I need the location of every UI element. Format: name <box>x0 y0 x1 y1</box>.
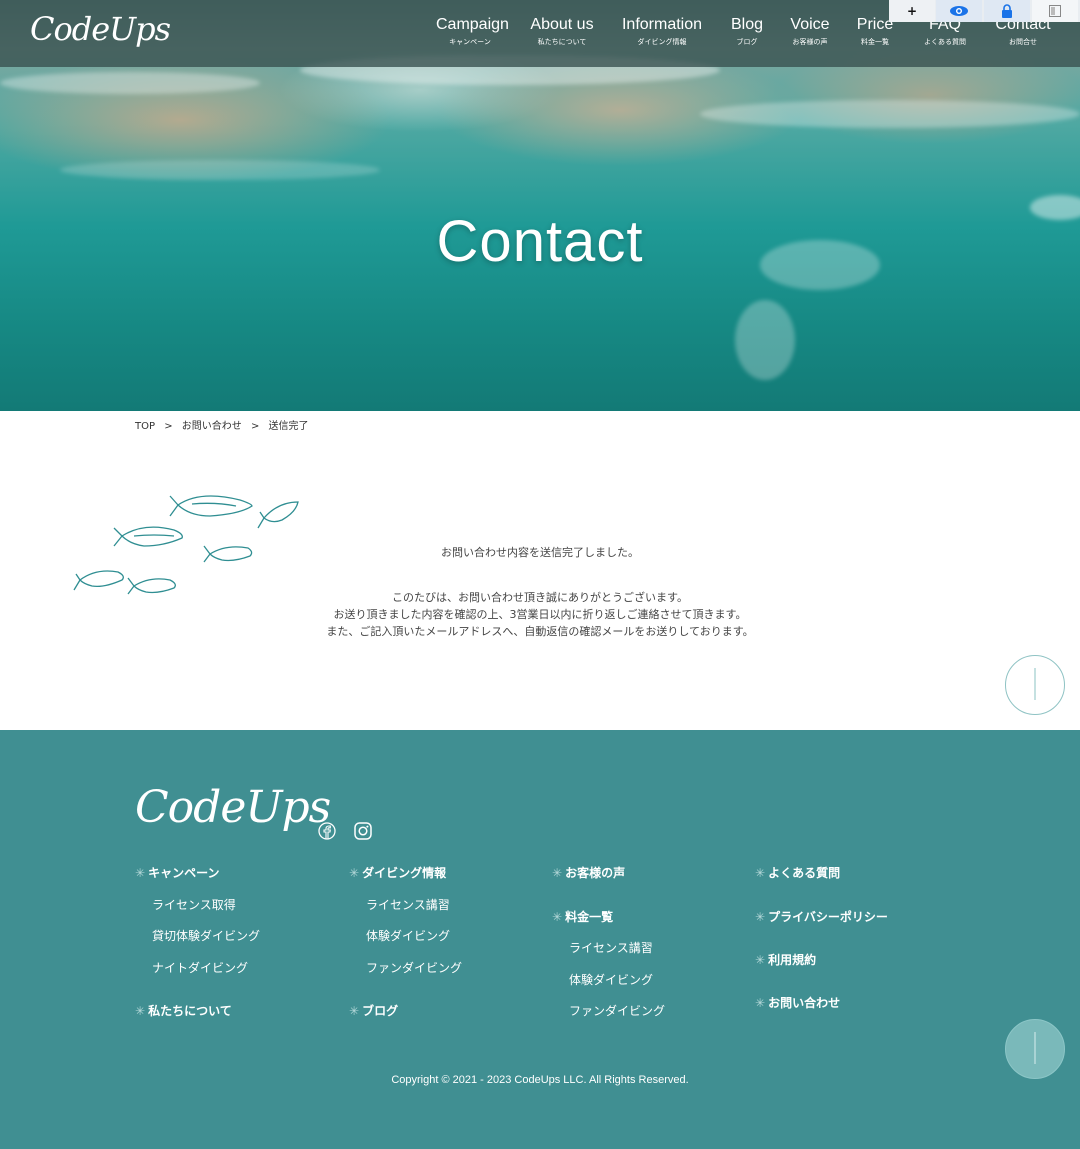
fish-icon <box>169 495 253 517</box>
footer-link-about[interactable]: ✳ 私たちについて <box>135 1002 232 1019</box>
nav-label: About us <box>530 16 594 33</box>
nav-sublabel: 私たちについて <box>537 38 587 46</box>
footer-link[interactable]: ナイトダイビング <box>152 959 248 976</box>
fish-icon <box>73 570 124 591</box>
fish-icon <box>257 501 299 529</box>
page-top-button[interactable] <box>1005 655 1065 715</box>
add-button[interactable]: + <box>889 0 935 22</box>
footer-link[interactable]: ファンダイビング <box>569 1002 665 1019</box>
footer-heading-label: よくある質問 <box>768 866 841 880</box>
star-icon: ✳ <box>349 1004 360 1018</box>
footer-heading-label: ブログ <box>362 1004 399 1018</box>
star-icon: ✳ <box>755 910 766 924</box>
wave-foam <box>735 300 795 380</box>
nav-sublabel: 料金一覧 <box>861 38 889 46</box>
message-line: お送り頂きました内容を確認の上、3営業日以内に折り返しご連絡させて頂きます。 <box>333 608 747 621</box>
arrow-up-icon <box>1034 668 1036 700</box>
nav-sublabel: よくある質問 <box>924 38 966 46</box>
footer-link-information[interactable]: ✳ ダイビング情報 <box>349 864 446 881</box>
star-icon: ✳ <box>349 866 360 880</box>
footer-link-price[interactable]: ✳ 料金一覧 <box>552 908 613 925</box>
footer-link[interactable]: ライセンス講習 <box>366 896 450 913</box>
footer-heading-label: 私たちについて <box>148 1004 232 1018</box>
footer-heading-label: キャンペーン <box>148 866 220 880</box>
nav-sublabel: ダイビング情報 <box>637 38 687 46</box>
star-icon: ✳ <box>552 910 563 924</box>
breadcrumb: TOP > お問い合わせ > 送信完了 <box>135 417 315 432</box>
breadcrumb-contact[interactable]: お問い合わせ <box>182 421 242 432</box>
nav-item-campaign[interactable]: Campaign キャンペーン <box>436 15 509 49</box>
lock-icon[interactable] <box>984 0 1030 22</box>
breadcrumb-separator: > <box>164 421 173 432</box>
panel-icon[interactable] <box>1032 0 1078 22</box>
footer-link-blog[interactable]: ✳ ブログ <box>349 1002 398 1019</box>
nav-label: Campaign <box>436 16 509 33</box>
page-top-button-footer[interactable] <box>1005 1019 1065 1079</box>
breadcrumb-current: 送信完了 <box>268 421 309 432</box>
breadcrumb-separator: > <box>250 421 260 432</box>
nav-item-about[interactable]: About us 私たちについて <box>530 15 594 49</box>
footer-link[interactable]: ライセンス取得 <box>152 896 236 913</box>
breadcrumb-top[interactable]: TOP <box>135 421 155 432</box>
star-icon: ✳ <box>755 953 766 967</box>
message-line: このたびは、お問い合わせ頂き誠にありがとうございます。 <box>392 591 688 604</box>
footer-link[interactable]: ファンダイビング <box>366 959 462 976</box>
hero-section: CodeUps Campaign キャンペーン About us 私たちについて… <box>0 0 1080 411</box>
nav-item-voice[interactable]: Voice お客様の声 <box>788 15 832 49</box>
footer-link-campaign[interactable]: ✳ キャンペーン <box>135 864 219 881</box>
footer-link-faq[interactable]: ✳ よくある質問 <box>755 864 840 881</box>
footer-heading-label: 利用規約 <box>768 953 817 967</box>
instagram-icon[interactable] <box>354 822 372 840</box>
footer-link-terms[interactable]: ✳ 利用規約 <box>755 951 816 968</box>
extension-toolbar: + <box>889 0 1080 22</box>
nav-label: Information <box>621 16 703 33</box>
nav-item-information[interactable]: Information ダイビング情報 <box>620 15 704 49</box>
nav-sublabel: キャンペーン <box>449 38 491 46</box>
star-icon: ✳ <box>552 866 563 880</box>
footer-link-privacy[interactable]: ✳ プライバシーポリシー <box>755 908 888 925</box>
nav-label: Blog <box>730 16 764 33</box>
star-icon: ✳ <box>135 1004 146 1018</box>
wave-foam <box>0 72 260 94</box>
footer-link[interactable]: ライセンス講習 <box>569 939 653 956</box>
footer-logo[interactable]: CodeUps <box>135 782 331 833</box>
footer-heading-label: ダイビング情報 <box>362 866 447 880</box>
nav-sublabel: お客様の声 <box>792 38 828 46</box>
nav-sublabel: ブログ <box>736 38 758 46</box>
star-icon: ✳ <box>755 996 766 1010</box>
copyright: Copyright © 2021 - 2023 CodeUps LLC. All… <box>391 1074 689 1086</box>
message-line: また、ご記入頂いたメールアドレスへ、自動返信の確認メールをお送りしております。 <box>326 625 754 638</box>
star-icon: ✳ <box>135 866 146 880</box>
eye-icon[interactable] <box>936 0 982 22</box>
footer-link[interactable]: 貸切体験ダイビング <box>152 927 260 944</box>
footer-link-contact[interactable]: ✳ お問い合わせ <box>755 994 840 1011</box>
wave-foam <box>60 160 380 180</box>
footer-link[interactable]: 体験ダイビング <box>366 927 450 944</box>
footer-link-voice[interactable]: ✳ お客様の声 <box>552 864 625 881</box>
footer-heading-label: プライバシーポリシー <box>768 910 888 924</box>
completion-heading: お問い合わせ内容を送信完了しました。 <box>441 546 639 559</box>
star-icon: ✳ <box>755 866 766 880</box>
wave-foam <box>700 100 1080 128</box>
nav-item-blog[interactable]: Blog ブログ <box>728 15 766 49</box>
site-footer: CodeUps ✳ キャンペーン ライセンス取得 貸切体験ダイビング ナイトダイビ… <box>0 730 1080 1149</box>
footer-link[interactable]: 体験ダイビング <box>569 971 653 988</box>
arrow-up-icon <box>1034 1032 1036 1064</box>
footer-heading-label: 料金一覧 <box>565 910 614 924</box>
footer-heading-label: お客様の声 <box>565 866 626 880</box>
footer-heading-label: お問い合わせ <box>768 996 841 1010</box>
nav-label: Voice <box>790 16 830 33</box>
page-title: Contact <box>436 209 644 274</box>
nav-sublabel: お問合せ <box>1009 38 1037 46</box>
facebook-icon[interactable] <box>318 822 336 840</box>
